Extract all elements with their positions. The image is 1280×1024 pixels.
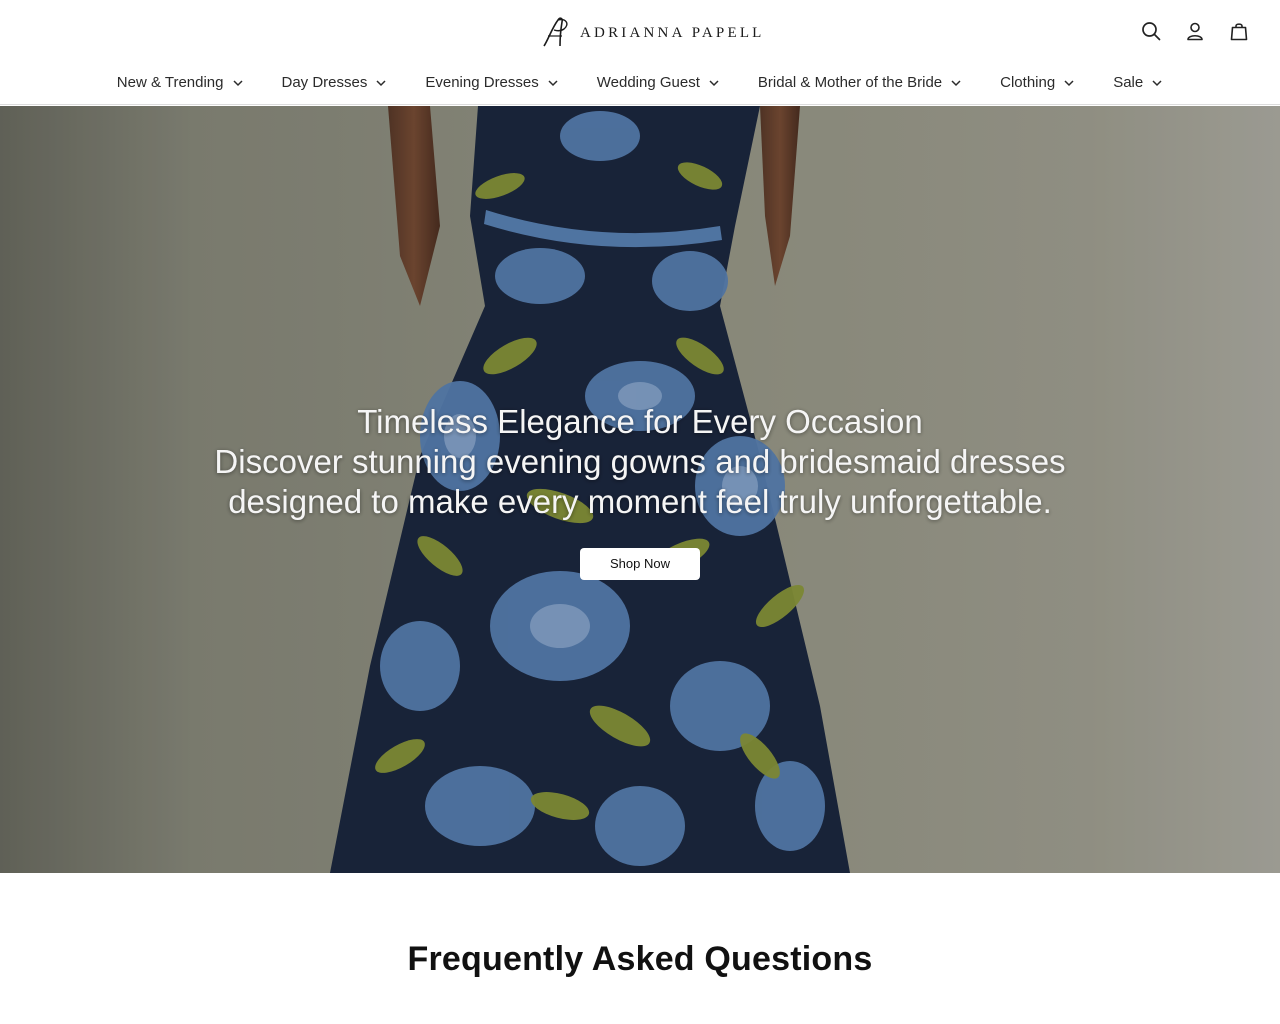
chevron-down-icon <box>548 79 558 86</box>
hero-title: Timeless Elegance for Every Occasion <box>357 403 923 440</box>
nav-item-label: Clothing <box>1000 74 1056 91</box>
faq-heading: Frequently Asked Questions <box>407 940 873 978</box>
chevron-down-icon <box>232 79 243 86</box>
nav-item-evening-dresses[interactable]: Evening Dresses <box>425 74 558 91</box>
brand-name: ADRIANNA PAPELL <box>580 24 765 41</box>
chevron-down-icon <box>951 79 961 86</box>
chevron-down-icon <box>1152 79 1162 86</box>
nav-item-bridal-mother-of-bride[interactable]: Bridal & Mother of the Bride <box>758 74 962 91</box>
nav-item-day-dresses[interactable]: Day Dresses <box>282 74 388 91</box>
hero-subtitle: Discover stunning evening gowns and brid… <box>214 443 1066 520</box>
nav-item-label: New & Trending <box>116 74 224 91</box>
hero-content: Timeless Elegance for Every Occasion Dis… <box>0 402 1280 580</box>
chevron-down-icon <box>376 79 386 86</box>
nav-item-sale[interactable]: Sale <box>1113 74 1163 91</box>
brand-logo[interactable]: ADRIANNA PAPELL <box>538 14 765 50</box>
search-icon[interactable] <box>1140 20 1162 42</box>
chevron-down-icon <box>709 79 719 86</box>
nav-item-wedding-guest[interactable]: Wedding Guest <box>597 74 720 91</box>
hero-banner: Timeless Elegance for Every Occasion Dis… <box>0 106 1280 873</box>
site-header: ADRIANNA PAPELL New & Trending Day Dress… <box>0 0 1280 105</box>
bag-icon[interactable] <box>1228 20 1250 42</box>
shop-now-button[interactable]: Shop Now <box>580 548 700 580</box>
brand-monogram-icon <box>543 17 568 47</box>
chevron-down-icon <box>1064 79 1074 86</box>
nav-item-new-trending[interactable]: New & Trending <box>117 74 244 91</box>
faq-section: Frequently Asked Questions <box>0 940 1280 979</box>
nav-item-label: Bridal & Mother of the Bride <box>757 74 943 91</box>
nav-item-label: Day Dresses <box>281 74 368 91</box>
account-icon[interactable] <box>1184 20 1206 42</box>
nav-item-label: Wedding Guest <box>596 74 700 91</box>
nav-item-label: Sale <box>1113 74 1144 91</box>
nav-item-clothing[interactable]: Clothing <box>1000 74 1075 91</box>
main-nav: New & Trending Day Dresses Evening Dress… <box>0 74 1280 91</box>
nav-item-label: Evening Dresses <box>425 74 539 91</box>
